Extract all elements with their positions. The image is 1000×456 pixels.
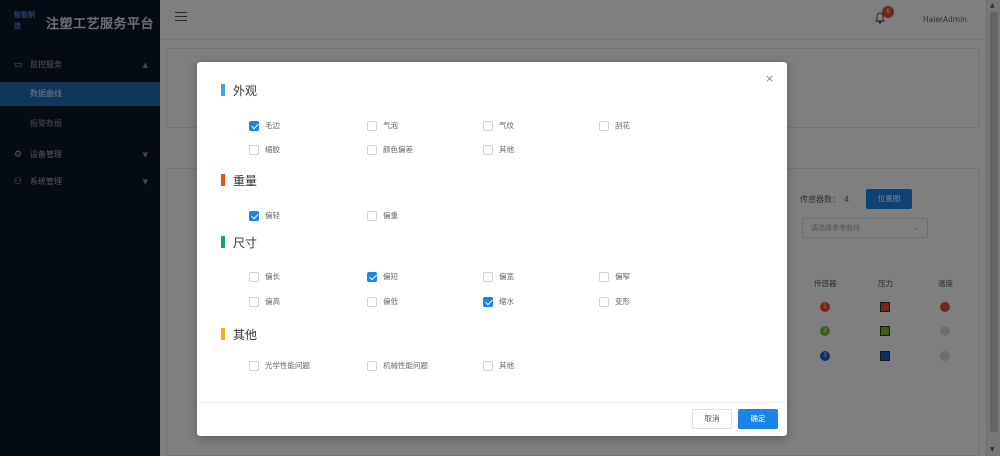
checkbox[interactable] [599, 272, 609, 282]
checkbox-checked[interactable] [367, 272, 377, 282]
checkbox-checked[interactable] [483, 297, 493, 307]
checkbox[interactable] [367, 211, 377, 221]
checkbox[interactable] [367, 121, 377, 131]
checkbox-checked[interactable] [249, 211, 259, 221]
checkbox[interactable] [367, 361, 377, 371]
checkbox[interactable] [483, 272, 493, 282]
checkbox[interactable] [249, 361, 259, 371]
checkbox[interactable] [249, 272, 259, 282]
checkbox[interactable] [483, 121, 493, 131]
checkbox[interactable] [249, 297, 259, 307]
checkbox-checked[interactable] [249, 121, 259, 131]
checkbox[interactable] [599, 121, 609, 131]
section-marker [221, 236, 225, 248]
section-marker [221, 174, 225, 186]
section-marker [221, 328, 225, 340]
close-icon[interactable]: × [765, 72, 774, 85]
section-title: 重量 [221, 172, 257, 189]
checkbox[interactable] [483, 361, 493, 371]
section-marker [221, 84, 225, 96]
footer-divider [197, 402, 787, 403]
section-title: 其他 [221, 326, 257, 343]
checkbox[interactable] [599, 297, 609, 307]
section-title: 外观 [221, 82, 257, 99]
checkbox[interactable] [249, 145, 259, 155]
defect-select-dialog: × 外观 毛边 气泡 气纹 刮花 缩胶 颜色偏差 其他 重量 偏轻 偏重 尺寸 偏长 偏短 偏宽 偏窄 偏高 偏低… [197, 62, 787, 436]
section-title: 尺寸 [221, 234, 257, 251]
confirm-button[interactable]: 确定 [738, 409, 778, 429]
checkbox[interactable] [367, 297, 377, 307]
checkbox[interactable] [483, 145, 493, 155]
cancel-button[interactable]: 取消 [692, 409, 732, 429]
checkbox[interactable] [367, 145, 377, 155]
